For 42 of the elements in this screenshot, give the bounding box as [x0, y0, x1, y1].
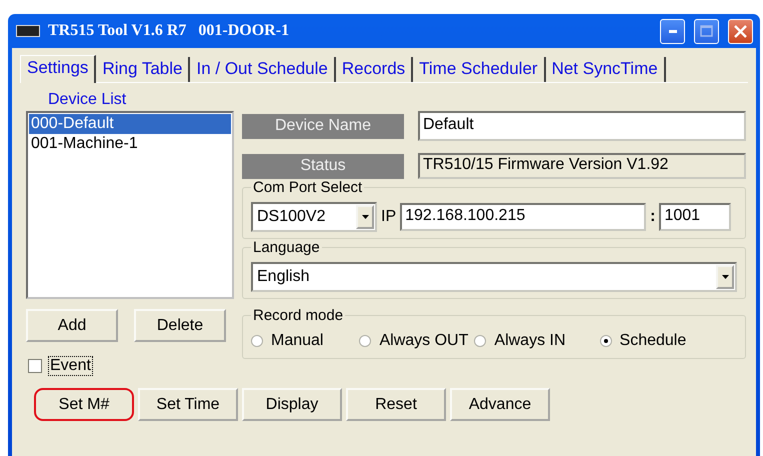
- status-field: TR510/15 Firmware Version V1.92: [418, 153, 746, 179]
- ip-label: IP: [381, 208, 396, 226]
- radio-icon[interactable]: [474, 335, 486, 347]
- device-list-label: Device List: [47, 91, 128, 109]
- ip-field[interactable]: 192.168.100.215: [400, 203, 646, 231]
- window-title: TR515 Tool V1.6 R7 001-DOOR-1: [48, 22, 290, 40]
- action-button[interactable]: Display: [242, 388, 342, 421]
- device-list-item[interactable]: 000-Default: [29, 114, 231, 134]
- action-button[interactable]: Reset: [346, 388, 446, 421]
- device-listbox[interactable]: 000-Default 001-Machine-1: [26, 111, 234, 299]
- radio-option[interactable]: Schedule: [600, 332, 686, 350]
- language-dropdown[interactable]: English: [251, 262, 737, 292]
- radio-option[interactable]: Always OUT: [359, 332, 468, 350]
- radio-option[interactable]: Always IN: [474, 332, 566, 350]
- tab[interactable]: Settings: [20, 55, 96, 83]
- close-button[interactable]: [728, 18, 753, 44]
- close-icon: [734, 24, 747, 38]
- list-button[interactable]: Delete: [134, 309, 226, 342]
- group-title: Language: [251, 239, 322, 256]
- device-name-label: Device Name: [242, 114, 404, 138]
- maximize-button[interactable]: [694, 18, 719, 44]
- radio-icon[interactable]: [251, 335, 263, 347]
- status-label: Status: [242, 154, 404, 178]
- radio-icon[interactable]: [600, 335, 612, 347]
- port-separator: :: [650, 208, 656, 226]
- device-name-field[interactable]: Default: [418, 111, 746, 141]
- port-dropdown[interactable]: DS100V2: [251, 202, 377, 232]
- radio-icon[interactable]: [359, 335, 372, 347]
- tab[interactable]: Net SyncTime: [546, 57, 666, 82]
- event-checkbox[interactable]: [28, 359, 42, 373]
- radio-option[interactable]: Manual: [251, 332, 324, 350]
- action-button[interactable]: Advance: [450, 388, 550, 421]
- app-icon: [16, 25, 40, 37]
- action-button[interactable]: Set Time: [138, 388, 238, 421]
- event-label: Event: [48, 356, 93, 376]
- device-list-item[interactable]: 001-Machine-1: [29, 134, 231, 154]
- minimize-icon: [668, 29, 676, 33]
- action-button[interactable]: Set M#: [34, 388, 134, 421]
- minimize-button[interactable]: [660, 18, 685, 44]
- list-button[interactable]: Add: [26, 309, 118, 342]
- maximize-icon: [700, 25, 713, 37]
- port-number-field[interactable]: 1001: [659, 203, 732, 231]
